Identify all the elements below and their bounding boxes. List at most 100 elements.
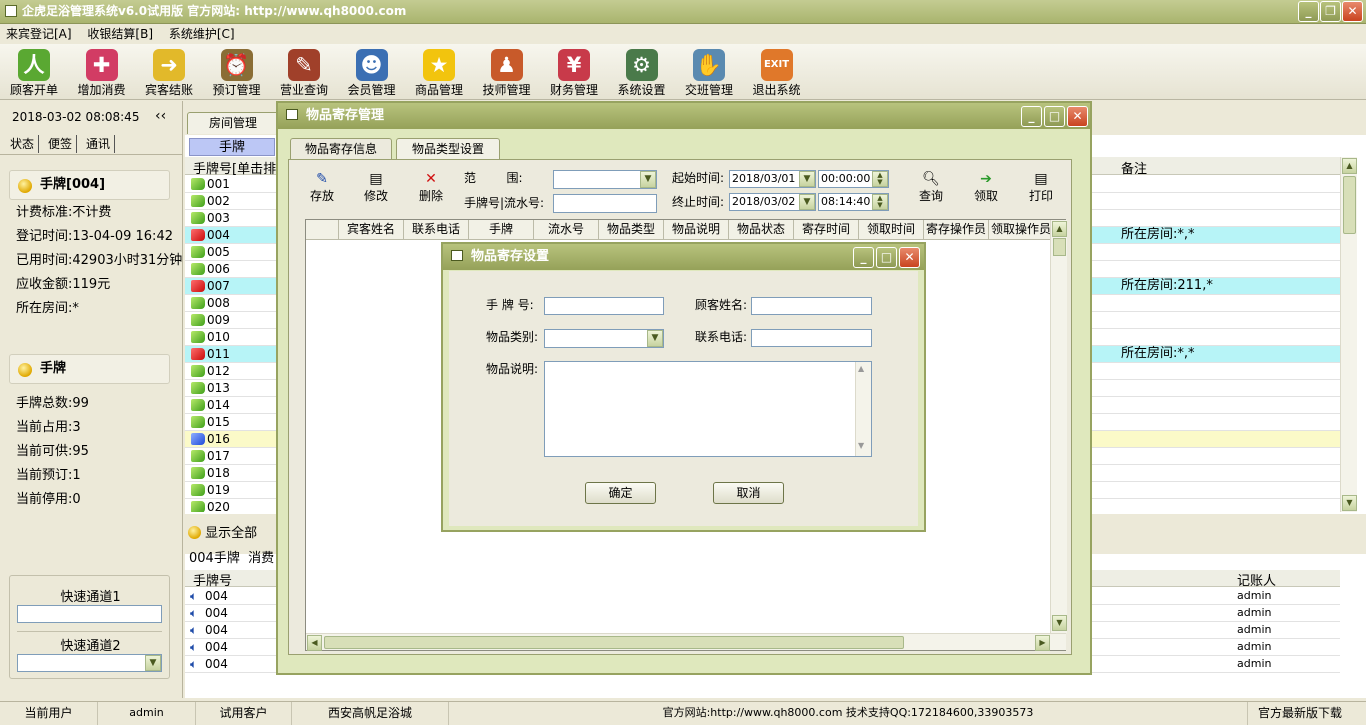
minimize-button[interactable]: _ <box>1298 1 1319 22</box>
delete-button[interactable]: ✕ 删除 <box>404 168 458 204</box>
settings-minimize-button[interactable]: _ <box>853 247 874 268</box>
spinner-icon[interactable]: ▲ ▼ <box>872 194 888 210</box>
quick-channel-2-select[interactable]: ▼ <box>17 654 162 672</box>
toolbar-button-3[interactable]: ➜ 宾客结账 <box>135 46 203 98</box>
tab-item-types[interactable]: 物品类型设置 <box>396 138 500 160</box>
handshake-icon: ✋ <box>693 49 725 81</box>
range-label: 范 围: <box>464 171 523 185</box>
storage-col-2[interactable]: 联系电话 <box>404 220 469 240</box>
scroll-left-icon[interactable]: ◀ <box>307 635 322 651</box>
toolbar-button-4[interactable]: ⏰ 预订管理 <box>203 46 271 98</box>
storage-col-9[interactable]: 领取时间 <box>859 220 924 240</box>
quick-channel-1-input[interactable] <box>17 605 162 623</box>
menu-maintenance[interactable]: 系统维护[C] <box>163 27 241 41</box>
scroll-down-icon[interactable]: ▼ <box>1052 615 1067 631</box>
receive-button[interactable]: ➔ 领取 <box>959 168 1013 204</box>
tab-status[interactable]: 状态 <box>10 135 40 153</box>
scroll-thumb[interactable] <box>1053 238 1066 256</box>
storage-maximize-button[interactable]: □ <box>1044 106 1065 127</box>
scroll-up-icon[interactable]: ▲ <box>858 364 864 373</box>
menu-cashier[interactable]: 收银结算[B] <box>81 27 159 41</box>
tab-messages[interactable]: 通讯 <box>86 135 116 153</box>
detail-card-number: 004 <box>205 657 228 671</box>
col-card-no[interactable]: 手牌号[单击排 <box>193 158 276 177</box>
storage-close-button[interactable]: ✕ <box>1067 106 1088 127</box>
toolbar-button-1[interactable]: 人顾客开单 <box>0 46 68 98</box>
storage-minimize-button[interactable]: _ <box>1021 106 1042 127</box>
cancel-button[interactable]: 取消 <box>713 482 784 504</box>
flag-icon <box>191 450 205 462</box>
card-serial-input[interactable] <box>553 194 657 213</box>
settings-close-button[interactable]: ✕ <box>899 247 920 268</box>
start-date-picker[interactable]: 2018/03/01 ▼ <box>729 170 816 188</box>
chevron-down-icon[interactable]: ▼ <box>799 194 815 210</box>
start-time-spinner[interactable]: 00:00:00 ▲ ▼ <box>818 170 889 188</box>
card-number: 015 <box>207 415 230 429</box>
scroll-down-icon[interactable]: ▼ <box>858 441 864 450</box>
toolbar-button-8[interactable]: ♟ 技师管理 <box>473 46 541 98</box>
toolbar-button-2[interactable]: ✚ 增加消费 <box>68 46 136 98</box>
restore-button[interactable]: ❐ <box>1320 1 1341 22</box>
storage-grid-vscroll[interactable]: ▲ ▼ <box>1050 220 1067 633</box>
toolbar-button-7[interactable]: ★ 商品管理 <box>405 46 473 98</box>
storage-col-1[interactable]: 宾客姓名 <box>339 220 404 240</box>
detail-col-card[interactable]: 手牌号 <box>193 570 232 589</box>
storage-col-7[interactable]: 物品状态 <box>729 220 794 240</box>
storage-grid-hscroll[interactable]: ◀ ▶ <box>306 633 1066 651</box>
tab-room-management[interactable]: 房间管理 <box>187 112 279 134</box>
scroll-thumb[interactable] <box>1343 176 1356 234</box>
customer-name-label: 顾客姓名: <box>695 298 748 312</box>
scroll-right-icon[interactable]: ▶ <box>1035 635 1050 651</box>
col-note[interactable]: 备注 <box>1121 158 1147 177</box>
description-scrollbar[interactable]: ▲ ▼ <box>855 362 871 456</box>
tab-storage-info[interactable]: 物品寄存信息 <box>290 138 392 160</box>
grid-scrollbar[interactable]: ▲ ▼ <box>1340 157 1357 512</box>
chevron-down-icon[interactable]: ▼ <box>799 171 815 187</box>
toolbar-button-6[interactable]: ☻ 会员管理 <box>338 46 406 98</box>
storage-col-4[interactable]: 流水号 <box>534 220 599 240</box>
spinner-icon[interactable]: ▲ ▼ <box>872 171 888 187</box>
tab-hand-card[interactable]: 手牌 <box>189 138 275 156</box>
detail-col-keeper[interactable]: 记账人 <box>1237 570 1276 589</box>
status-download-link[interactable]: 官方最新版下载 <box>1248 702 1352 725</box>
toolbar-button-12[interactable]: EXIT 退出系统 <box>743 46 811 98</box>
storage-col-11[interactable]: 领取操作员 <box>989 220 1054 240</box>
card-no-input[interactable] <box>544 297 664 315</box>
tab-notes[interactable]: 便签 <box>48 135 78 153</box>
chevron-down-icon[interactable]: ▼ <box>640 171 656 188</box>
storage-col-3[interactable]: 手牌 <box>469 220 534 240</box>
edit-button[interactable]: ▤ 修改 <box>349 168 403 204</box>
ok-button[interactable]: 确定 <box>585 482 656 504</box>
horizontal-scroll-thumb[interactable] <box>324 636 904 649</box>
category-select[interactable]: ▼ <box>544 329 664 348</box>
toolbar-button-9[interactable]: ¥ 财务管理 <box>540 46 608 98</box>
show-all-button[interactable]: 显示全部 <box>188 522 257 541</box>
toolbar-button-5[interactable]: ✎ 营业查询 <box>270 46 338 98</box>
storage-col-10[interactable]: 寄存操作员 <box>924 220 989 240</box>
scroll-up-icon[interactable]: ▲ <box>1342 158 1357 174</box>
settings-maximize-button[interactable]: □ <box>876 247 897 268</box>
store-button[interactable]: ✎ 存放 <box>295 168 349 204</box>
end-time-spinner[interactable]: 08:14:40 ▲ ▼ <box>818 193 889 211</box>
speaker-icon: 🔈︎ <box>190 657 198 671</box>
menu-guest-register[interactable]: 来宾登记[A] <box>0 27 78 41</box>
close-button[interactable]: ✕ <box>1342 1 1363 22</box>
collapse-panel-button[interactable]: ‹‹ <box>155 108 166 124</box>
storage-col-6[interactable]: 物品说明 <box>664 220 729 240</box>
query-button[interactable]: 🔍︎ 查询 <box>904 168 958 204</box>
scroll-up-icon[interactable]: ▲ <box>1052 221 1067 237</box>
toolbar-button-11[interactable]: ✋ 交班管理 <box>675 46 743 98</box>
checkout-icon: ➜ <box>153 49 185 81</box>
storage-col-8[interactable]: 寄存时间 <box>794 220 859 240</box>
print-button[interactable]: ▤ 打印 <box>1014 168 1068 204</box>
scroll-down-icon[interactable]: ▼ <box>1342 495 1357 511</box>
chevron-down-icon[interactable]: ▼ <box>145 655 161 671</box>
chevron-down-icon[interactable]: ▼ <box>647 330 663 347</box>
phone-input[interactable] <box>751 329 872 347</box>
customer-name-input[interactable] <box>751 297 872 315</box>
storage-col-5[interactable]: 物品类型 <box>599 220 664 240</box>
range-select[interactable]: ▼ <box>553 170 657 189</box>
end-date-picker[interactable]: 2018/03/02 ▼ <box>729 193 816 211</box>
toolbar-button-10[interactable]: ⚙ 系统设置 <box>608 46 676 98</box>
description-textarea[interactable]: ▲ ▼ <box>544 361 872 457</box>
